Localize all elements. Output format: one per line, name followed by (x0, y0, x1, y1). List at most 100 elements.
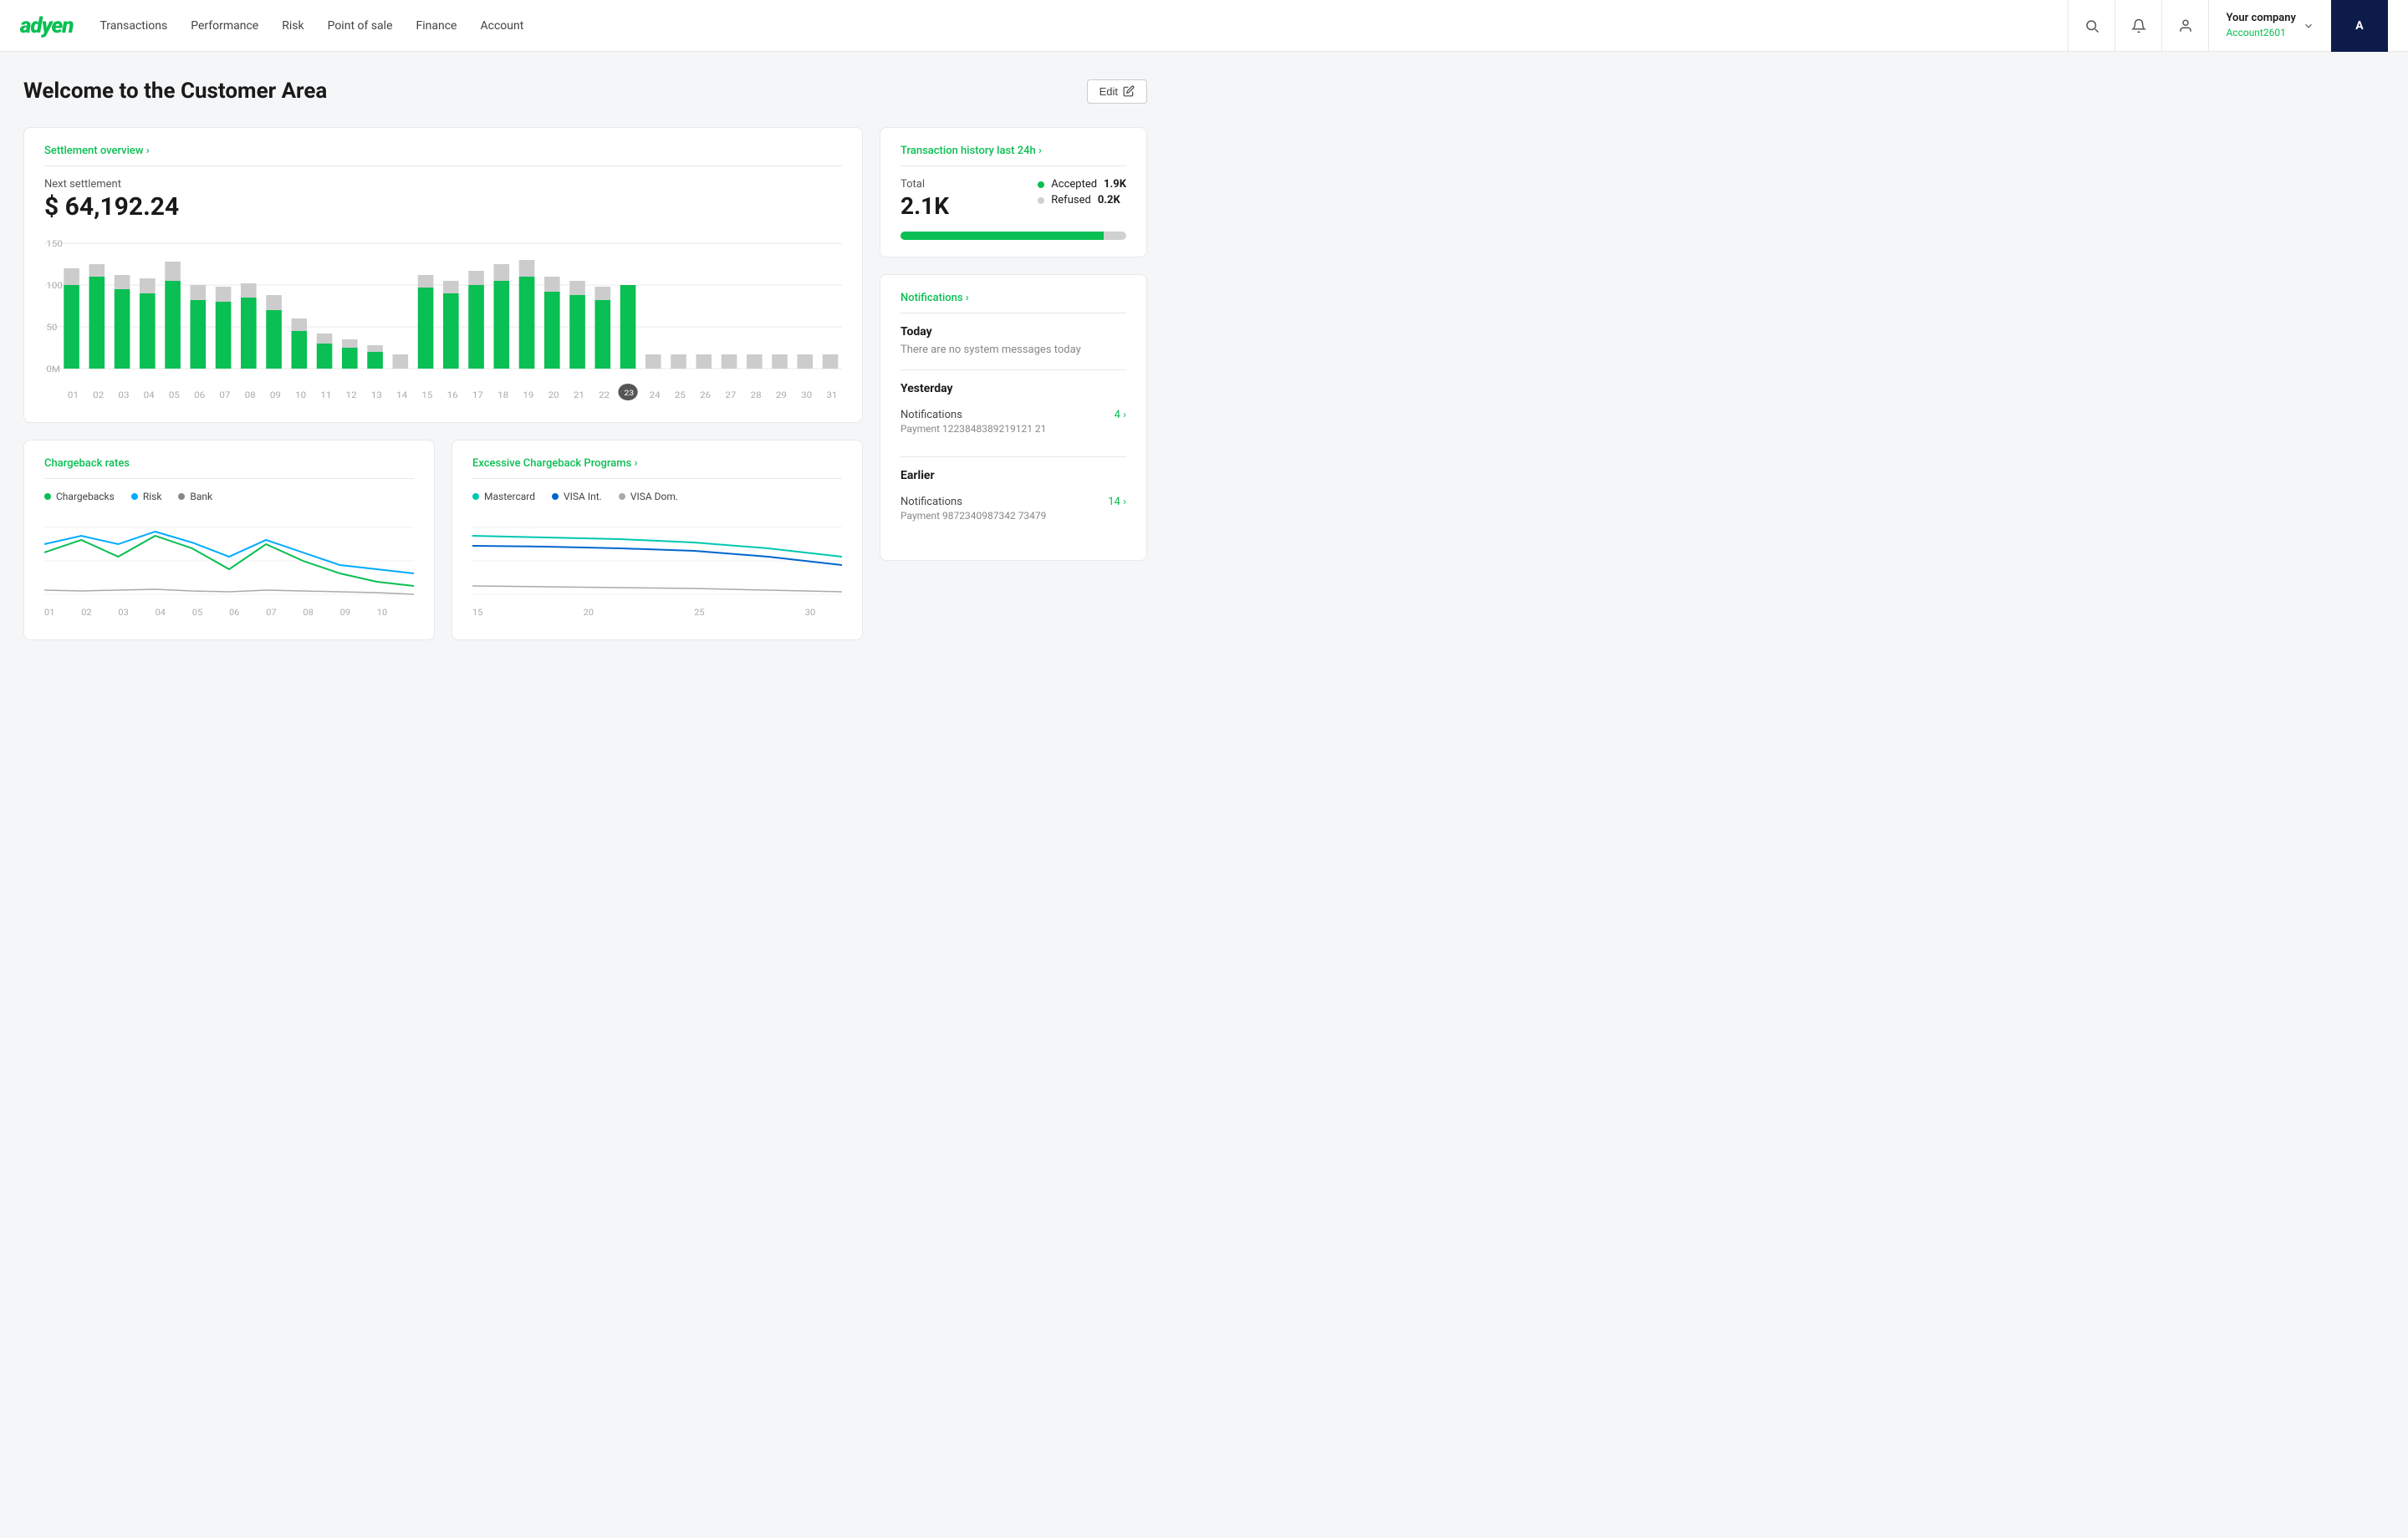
accepted-label: Accepted (1051, 178, 1097, 191)
txn-progress-bar (900, 232, 1126, 240)
yesterday-notif-count[interactable]: 4 › (1115, 409, 1126, 421)
main-content: Welcome to the Customer Area Edit Settle… (0, 52, 1171, 667)
svg-text:02: 02 (93, 390, 104, 400)
settlement-title[interactable]: Settlement overview › (44, 145, 842, 157)
settlement-card: Settlement overview › Next settlement $ … (23, 127, 863, 423)
account-selector[interactable]: Your company Account2601 (2208, 0, 2331, 52)
svg-text:28: 28 (751, 390, 762, 400)
avatar: A (2344, 11, 2375, 41)
yesterday-label: Yesterday (900, 382, 1126, 395)
svg-text:150: 150 (46, 239, 63, 249)
earlier-section: Earlier Notifications Payment 9872340987… (900, 469, 1126, 530)
navbar: adyen Transactions Performance Risk Poin… (0, 0, 2408, 52)
svg-text:13: 13 (371, 390, 382, 400)
visa-int-label: VISA Int. (564, 491, 602, 502)
bottom-grid: Chargeback rates Chargebacks Risk (23, 440, 863, 640)
svg-text:06: 06 (229, 608, 239, 618)
svg-text:10: 10 (377, 608, 387, 618)
edit-icon (1123, 85, 1135, 97)
svg-text:21: 21 (574, 390, 584, 400)
total-value: 2.1K (900, 192, 949, 220)
txn-legend: Accepted 1.9K Refused 0.2K (1038, 178, 1126, 206)
txn-history-title[interactable]: Transaction history last 24h › (900, 145, 1126, 157)
svg-text:14: 14 (396, 390, 407, 400)
today-label: Today (900, 325, 1126, 339)
svg-text:19: 19 (523, 390, 533, 400)
svg-text:25: 25 (675, 390, 686, 400)
yesterday-payment: Payment 1223848389219121 21 (900, 423, 1046, 435)
avatar-button[interactable]: A (2331, 0, 2388, 52)
nav-right: Your company Account2601 A (2068, 0, 2388, 52)
chargebacks-label: Chargebacks (56, 491, 115, 502)
account-id: Account2601 (2226, 26, 2296, 40)
svg-text:17: 17 (472, 390, 483, 400)
nav-performance[interactable]: Performance (191, 16, 258, 36)
chargeback-card: Chargeback rates Chargebacks Risk (23, 440, 435, 640)
earlier-notif-count[interactable]: 14 › (1108, 496, 1126, 508)
today-section: Today There are no system messages today (900, 325, 1126, 356)
svg-text:31: 31 (826, 390, 837, 400)
search-button[interactable] (2068, 0, 2115, 52)
account-info: Your company Account2601 (2226, 11, 2296, 40)
chargeback-legend-chargebacks: Chargebacks (44, 491, 115, 502)
risk-label: Risk (143, 491, 162, 502)
svg-text:01: 01 (44, 608, 54, 618)
svg-text:20: 20 (548, 390, 559, 400)
txn-bar-refused (1104, 232, 1126, 240)
earlier-notif-label: Notifications (900, 496, 1046, 508)
visa-dom-label: VISA Dom. (630, 491, 678, 502)
transaction-history-card: Transaction history last 24h › Total 2.1… (880, 127, 1147, 257)
page-header: Welcome to the Customer Area Edit (23, 79, 1147, 104)
nav-transactions[interactable]: Transactions (99, 16, 167, 36)
left-column: Settlement overview › Next settlement $ … (23, 127, 863, 640)
bank-label: Bank (190, 491, 212, 502)
txn-bar-accepted (900, 232, 1104, 240)
visa-int-legend: VISA Int. (552, 491, 602, 502)
refused-legend-row: Refused 0.2K (1038, 194, 1126, 206)
svg-text:08: 08 (245, 390, 256, 400)
svg-text:10: 10 (295, 390, 306, 400)
svg-text:50: 50 (46, 323, 57, 333)
excessive-chargeback-title[interactable]: Excessive Chargeback Programs › (472, 457, 842, 470)
risk-dot (131, 493, 138, 500)
svg-text:06: 06 (194, 390, 205, 400)
svg-text:07: 07 (266, 608, 276, 618)
bell-button[interactable] (2115, 0, 2161, 52)
refused-dot (1038, 197, 1044, 204)
svg-text:01: 01 (68, 390, 79, 400)
nav-links: Transactions Performance Risk Point of s… (99, 16, 2068, 36)
edit-button[interactable]: Edit (1087, 79, 1147, 104)
chargeback-legend-risk: Risk (131, 491, 162, 502)
excessive-chargeback-card: Excessive Chargeback Programs › Masterca… (452, 440, 863, 640)
svg-text:09: 09 (340, 608, 350, 618)
nav-pos[interactable]: Point of sale (328, 16, 393, 36)
right-column: Transaction history last 24h › Total 2.1… (880, 127, 1147, 640)
chargeback-title[interactable]: Chargeback rates (44, 457, 414, 470)
bank-dot (178, 493, 185, 500)
accepted-dot (1038, 181, 1044, 188)
settlement-amount: $ 64,192.24 (44, 192, 842, 222)
svg-text:02: 02 (81, 608, 91, 618)
svg-text:03: 03 (118, 390, 129, 400)
svg-text:27: 27 (725, 390, 736, 400)
next-settlement-label: Next settlement (44, 178, 842, 191)
nav-risk[interactable]: Risk (282, 16, 304, 36)
svg-text:29: 29 (776, 390, 787, 400)
page-title: Welcome to the Customer Area (23, 79, 327, 104)
accepted-value: 1.9K (1104, 178, 1126, 191)
nav-finance[interactable]: Finance (416, 16, 457, 36)
svg-text:16: 16 (447, 390, 458, 400)
user-icon-button[interactable] (2161, 0, 2208, 52)
earlier-payment: Payment 9872340987342 73479 (900, 510, 1046, 522)
svg-text:18: 18 (497, 390, 508, 400)
yesterday-notif-label: Notifications (900, 409, 1046, 421)
nav-account[interactable]: Account (480, 16, 523, 36)
svg-text:09: 09 (270, 390, 281, 400)
notifications-title[interactable]: Notifications › (900, 292, 1126, 304)
svg-text:03: 03 (118, 608, 128, 618)
mastercard-label: Mastercard (484, 491, 535, 502)
total-label: Total (900, 178, 949, 191)
svg-text:15: 15 (421, 390, 432, 400)
svg-text:15: 15 (472, 608, 482, 618)
svg-text:20: 20 (584, 608, 594, 618)
